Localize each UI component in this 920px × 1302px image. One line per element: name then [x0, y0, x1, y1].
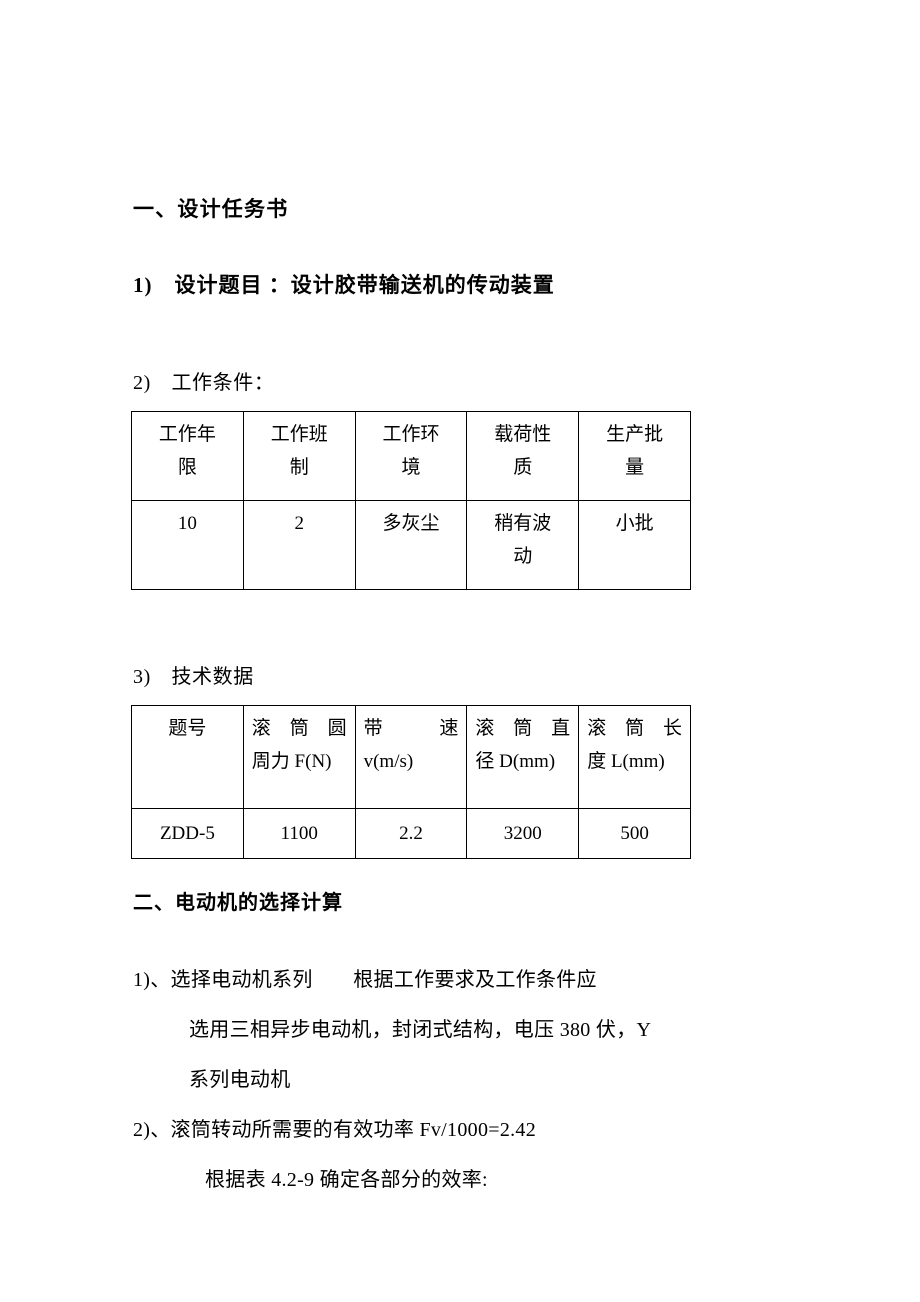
cell-line-2: 限	[177, 457, 197, 479]
cell-line-1: 工作年	[158, 424, 216, 445]
cell-line-2: v(m/s)	[363, 751, 414, 773]
cell-line-2: 周力 F(N)	[251, 751, 332, 773]
table-cell-header: 带 速 v(m/s)	[354, 705, 468, 809]
motor-series-paragraph: 1)、选择电动机系列 根据工作要求及工作条件应	[133, 968, 833, 993]
table-cell-header: 工作班 制	[242, 411, 356, 501]
paragraph-line: 根据表 4.2-9 确定各部分的效率:	[205, 1169, 488, 1191]
table-row-header: 题号 滚筒圆 周力 F(N) 带 速 v(m/s) 滚筒直 径 D(mm) 滚筒…	[131, 705, 691, 809]
table-cell-header: 载荷性 质	[466, 411, 580, 501]
cell-line-1: 2	[294, 513, 304, 534]
paragraph-line: 2)、滚筒转动所需要的有效功率 Fv/1000=2.42	[133, 1119, 537, 1141]
cell-line-1: 载荷性	[494, 424, 552, 445]
cell-line-2: 质	[513, 457, 533, 479]
technical-data-table-wrapper: 题号 滚筒圆 周力 F(N) 带 速 v(m/s) 滚筒直 径 D(mm) 滚筒…	[131, 705, 691, 860]
section-two-heading: 二、电动机的选择计算	[133, 892, 343, 914]
table-cell-header: 工作环 境	[354, 411, 468, 501]
table-cell: 2.2	[354, 807, 468, 860]
cell-line-2: 量	[625, 457, 645, 479]
cell-line-1: 工作班	[270, 424, 328, 445]
working-conditions-table: 工作年 限 工作班 制 工作环 境 载荷性 质 生产批 量 10 2 多灰尘 稍…	[131, 411, 691, 590]
section-two-heading-wrapper: 二、电动机的选择计算	[133, 890, 833, 916]
table-cell: 500	[578, 807, 691, 860]
motor-series-paragraph-line3: 系列电动机	[133, 1068, 833, 1093]
table-cell: 小批	[578, 500, 691, 590]
design-topic-item: 1) 设计题目 ：设计胶带输送机的传动装置	[133, 273, 555, 297]
design-topic-wrapper: 1) 设计题目 ：设计胶带输送机的传动装置	[133, 272, 833, 299]
cell-line-1: 小批	[615, 513, 654, 534]
paragraph-line: 系列电动机	[189, 1069, 291, 1091]
paragraph-line: 选用三相异步电动机，封闭式结构，电压 380 伏，Y	[189, 1019, 652, 1041]
table-cell: ZDD-5	[131, 807, 244, 860]
motor-series-paragraph-line2: 选用三相异步电动机，封闭式结构，电压 380 伏，Y	[133, 1018, 833, 1043]
paragraph-line: 1)、选择电动机系列 根据工作要求及工作条件应	[133, 969, 597, 991]
cell-line-2: 动	[513, 546, 533, 568]
technical-data-label-wrapper: 3) 技术数据	[133, 664, 833, 690]
section-one-heading: 一、设计任务书	[133, 197, 289, 221]
effective-power-paragraph: 2)、滚筒转动所需要的有效功率 Fv/1000=2.42	[133, 1118, 833, 1143]
technical-data-item: 3) 技术数据	[133, 666, 254, 688]
cell-line-2: 制	[289, 457, 309, 479]
technical-data-table: 题号 滚筒圆 周力 F(N) 带 速 v(m/s) 滚筒直 径 D(mm) 滚筒…	[131, 705, 691, 860]
table-cell: 10	[131, 500, 244, 590]
working-conditions-label-wrapper: 2) 工作条件：	[133, 370, 833, 396]
efficiency-table-reference: 根据表 4.2-9 确定各部分的效率:	[133, 1168, 833, 1193]
document-page: 一、设计任务书 1) 设计题目 ：设计胶带输送机的传动装置 2) 工作条件： 工…	[0, 0, 920, 1302]
table-cell-header: 滚筒圆 周力 F(N)	[242, 705, 356, 809]
table-cell-header: 滚筒直 径 D(mm)	[466, 705, 580, 809]
cell-line-1: 工作环	[382, 424, 440, 445]
table-cell: 多灰尘	[354, 500, 468, 590]
table-cell: 1100	[242, 807, 356, 860]
cell-line-1: 滚筒圆	[251, 718, 347, 739]
table-row-header: 工作年 限 工作班 制 工作环 境 载荷性 质 生产批 量	[131, 411, 691, 501]
cell-line-1: 10	[177, 513, 197, 534]
table-cell: 3200	[466, 807, 580, 860]
section-one-heading-wrapper: 一、设计任务书	[133, 196, 833, 223]
cell-line-1: 稍有波	[494, 513, 552, 534]
cell-line-1: 题号	[168, 718, 207, 739]
cell-line-2: 境	[401, 457, 421, 479]
cell-line-1: 生产批	[606, 424, 664, 445]
cell-line-1: 滚筒直	[475, 718, 571, 739]
table-cell-header: 工作年 限	[131, 411, 244, 501]
table-row: ZDD-5 1100 2.2 3200 500	[131, 807, 691, 860]
table-cell-header: 滚筒长 度 L(mm)	[578, 705, 691, 809]
cell-line-1: 滚筒长	[587, 718, 682, 739]
cell-line-1: 带 速	[363, 718, 459, 739]
table-cell: 2	[242, 500, 356, 590]
table-row: 10 2 多灰尘 稍有波 动 小批	[131, 500, 691, 590]
working-conditions-table-wrapper: 工作年 限 工作班 制 工作环 境 载荷性 质 生产批 量 10 2 多灰尘 稍…	[131, 411, 691, 590]
cell-line-1: 多灰尘	[382, 513, 440, 534]
cell-line-2: 度 L(mm)	[587, 751, 665, 773]
table-cell-header: 生产批 量	[578, 411, 691, 501]
table-cell: 稍有波 动	[466, 500, 580, 590]
working-conditions-item: 2) 工作条件：	[133, 372, 275, 394]
table-cell-header: 题号	[131, 705, 244, 809]
cell-line-2: 径 D(mm)	[475, 751, 556, 773]
